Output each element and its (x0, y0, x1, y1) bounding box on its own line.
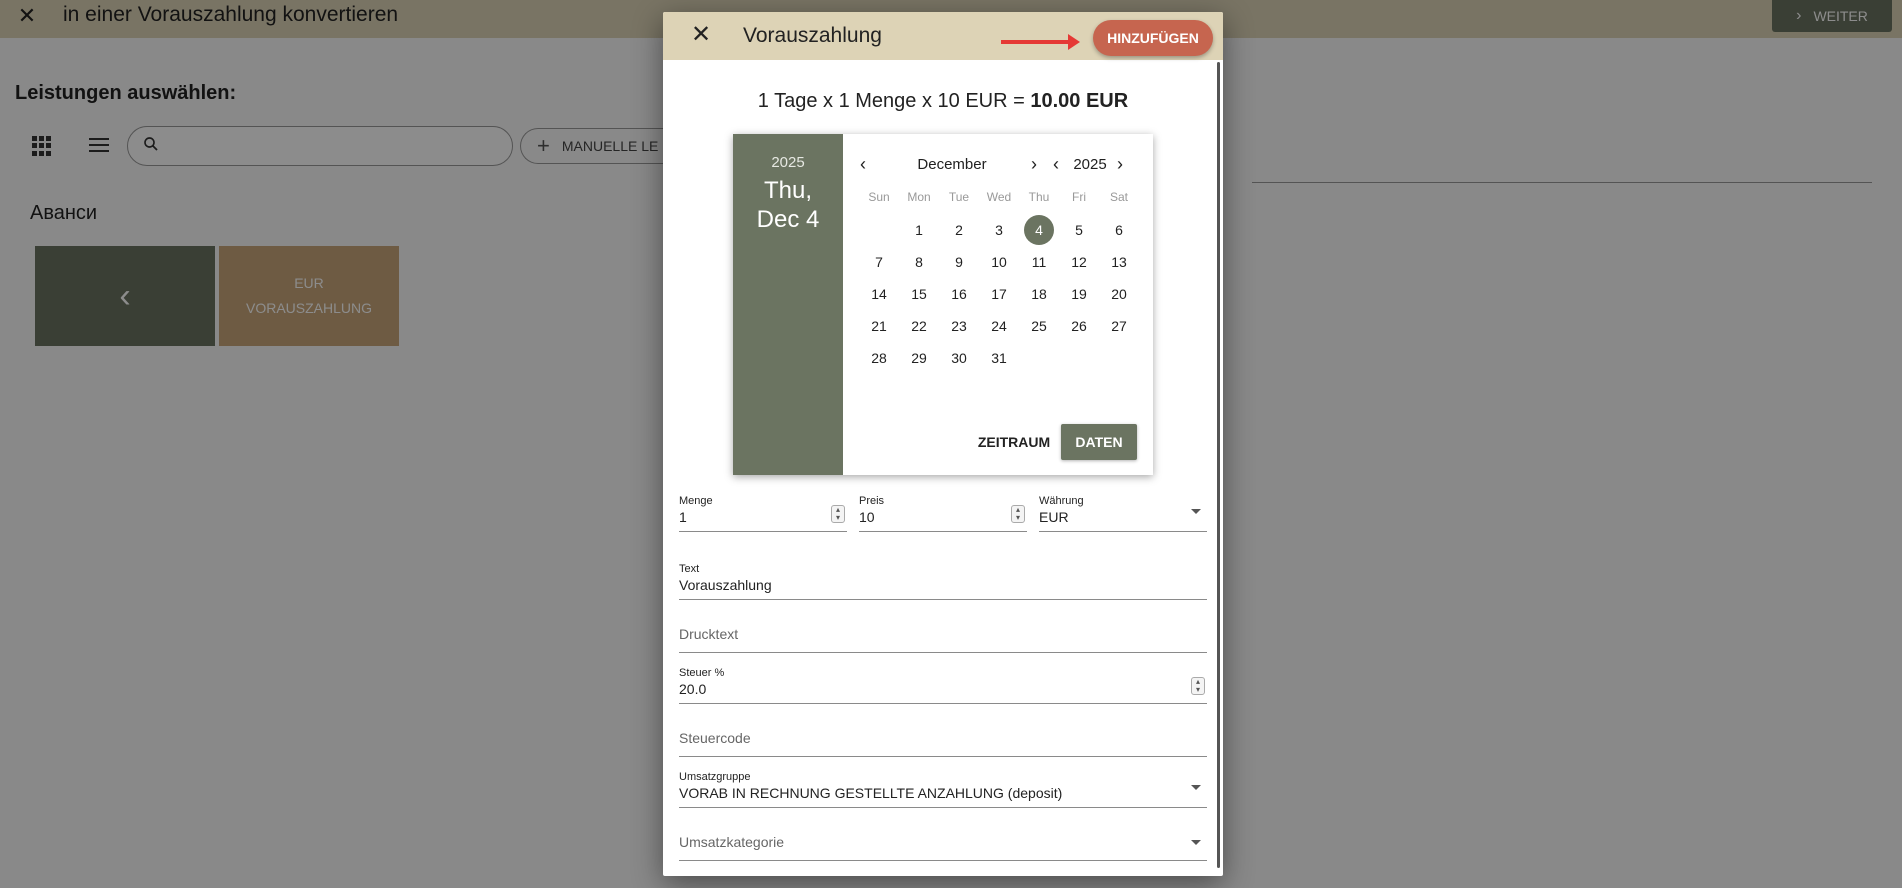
preis-label: Preis (859, 495, 885, 507)
dropdown-arrow-icon[interactable] (1191, 509, 1201, 514)
stepper-icon[interactable]: ▴ ▾ (1011, 505, 1025, 523)
umsatzkategorie-placeholder: Umsatzkategorie (679, 834, 785, 850)
prev-month-icon[interactable]: ‹ (860, 154, 866, 175)
weekday-label: Thu (1028, 190, 1050, 204)
dropdown-arrow-icon[interactable] (1191, 840, 1201, 845)
day-cell[interactable]: 19 (1059, 278, 1099, 310)
day-grid: 1 2 3 4 5 6 7 8 9 10 11 12 13 14 15 16 17 18 19 20 21 22 23 24 2… (859, 214, 1139, 374)
selected-month-day: Dec 4 (756, 206, 820, 233)
steuer-field[interactable]: Steuer % 20.0 ▴ ▾ (679, 667, 1207, 704)
weekday-label: Mon (907, 190, 931, 204)
advance-payment-dialog: ✕ Vorauszahlung HINZUFÜGEN 1 Tage x 1 Me… (663, 12, 1223, 876)
day-cell[interactable]: 24 (979, 310, 1019, 342)
day-selected-label: 4 (1035, 222, 1043, 238)
summary-formula: 1 Tage x 1 Menge x 10 EUR = (757, 90, 1031, 112)
umsatzkategorie-select[interactable]: Umsatzkategorie (679, 824, 1207, 861)
waehrung-value[interactable]: EUR (1039, 509, 1069, 525)
year-label[interactable]: 2025 (1070, 156, 1110, 173)
day-cell[interactable]: 3 (979, 214, 1019, 246)
month-label[interactable]: December (907, 156, 997, 173)
text-label: Text (679, 563, 700, 575)
day-cell[interactable]: 16 (939, 278, 979, 310)
dialog-title: Vorauszahlung (743, 24, 882, 47)
day-cell[interactable]: 14 (859, 278, 899, 310)
menge-label: Menge (679, 495, 713, 507)
day-blank (859, 214, 899, 246)
day-cell[interactable]: 26 (1059, 310, 1099, 342)
day-cell[interactable]: 29 (899, 342, 939, 374)
prev-year-icon[interactable]: ‹ (1053, 154, 1059, 175)
date-picker-header: 2025 Thu, Dec 4 (733, 134, 843, 475)
weekday-header: Sun Mon Tue Wed Thu Fri Sat (859, 190, 1139, 204)
red-arrow-annotation (1001, 34, 1080, 50)
day-cell[interactable]: 13 (1099, 246, 1139, 278)
weekday-label: Tue (948, 190, 970, 204)
waehrung-select[interactable]: Währung EUR (1039, 495, 1207, 532)
day-cell[interactable]: 28 (859, 342, 899, 374)
day-cell[interactable]: 21 (859, 310, 899, 342)
selected-weekday: Thu, (763, 177, 813, 204)
day-cell[interactable]: 9 (939, 246, 979, 278)
day-cell[interactable]: 27 (1099, 310, 1139, 342)
day-cell[interactable]: 31 (979, 342, 1019, 374)
waehrung-label: Währung (1039, 495, 1084, 507)
preis-value[interactable]: 10 (859, 509, 875, 525)
umsatzgruppe-value[interactable]: VORAB IN RECHNUNG GESTELLTE ANZAHLUNG (d… (679, 785, 1062, 801)
daten-button[interactable]: DATEN (1061, 424, 1137, 460)
day-cell[interactable]: 2 (939, 214, 979, 246)
day-cell[interactable]: 20 (1099, 278, 1139, 310)
text-value[interactable]: Vorauszahlung (679, 577, 772, 593)
weekday-label: Wed (986, 190, 1012, 204)
scrollbar[interactable] (1217, 62, 1220, 868)
weekday-label: Fri (1072, 190, 1086, 204)
umsatzgruppe-select[interactable]: Umsatzgruppe VORAB IN RECHNUNG GESTELLTE… (679, 771, 1207, 808)
zeitraum-button[interactable]: ZEITRAUM (969, 424, 1059, 460)
day-cell[interactable]: 6 (1099, 214, 1139, 246)
next-month-icon[interactable]: › (1031, 154, 1037, 175)
selected-year[interactable]: 2025 (733, 154, 843, 171)
day-cell[interactable]: 17 (979, 278, 1019, 310)
day-cell[interactable]: 10 (979, 246, 1019, 278)
stepper-icon[interactable]: ▴ ▾ (831, 505, 845, 523)
drucktext-field[interactable]: Drucktext (679, 616, 1207, 653)
weekday-label: Sat (1109, 190, 1128, 204)
menge-field[interactable]: Menge 1 ▴ ▾ (679, 495, 847, 532)
weekday-label: Sun (868, 190, 890, 204)
day-cell[interactable]: 23 (939, 310, 979, 342)
steuer-value[interactable]: 20.0 (679, 681, 706, 697)
dialog-header: ✕ Vorauszahlung HINZUFÜGEN (663, 12, 1223, 60)
next-year-icon[interactable]: › (1117, 154, 1123, 175)
stepper-icon[interactable]: ▴ ▾ (1191, 677, 1205, 695)
add-button[interactable]: HINZUFÜGEN (1093, 20, 1213, 56)
day-cell[interactable]: 8 (899, 246, 939, 278)
steuercode-field[interactable]: Steuercode (679, 720, 1207, 757)
menge-value[interactable]: 1 (679, 509, 687, 525)
day-cell[interactable]: 22 (899, 310, 939, 342)
price-summary: 1 Tage x 1 Menge x 10 EUR = 10.00 EUR (663, 90, 1223, 113)
selected-date: Thu, Dec 4 (733, 176, 843, 234)
text-field[interactable]: Text Vorauszahlung (679, 563, 1207, 600)
day-selected[interactable]: 4 (1019, 214, 1059, 246)
day-cell[interactable]: 7 (859, 246, 899, 278)
day-cell[interactable]: 12 (1059, 246, 1099, 278)
drucktext-placeholder: Drucktext (679, 626, 739, 642)
steuercode-placeholder: Steuercode (679, 730, 751, 746)
day-cell[interactable]: 15 (899, 278, 939, 310)
calendar: ‹ December › ‹ 2025 › Sun Mon Tue Wed Thu Fri… (843, 134, 1153, 475)
day-cell[interactable]: 11 (1019, 246, 1059, 278)
day-cell[interactable]: 30 (939, 342, 979, 374)
steuer-label: Steuer % (679, 667, 725, 679)
day-cell[interactable]: 25 (1019, 310, 1059, 342)
date-picker: 2025 Thu, Dec 4 ‹ December › ‹ 2025 › Su… (733, 134, 1153, 475)
day-cell[interactable]: 1 (899, 214, 939, 246)
day-cell[interactable]: 18 (1019, 278, 1059, 310)
day-cell[interactable]: 5 (1059, 214, 1099, 246)
umsatzgruppe-label: Umsatzgruppe (679, 771, 751, 783)
preis-field[interactable]: Preis 10 ▴ ▾ (859, 495, 1027, 532)
close-icon[interactable]: ✕ (686, 20, 716, 50)
dropdown-arrow-icon[interactable] (1191, 785, 1201, 790)
summary-total: 10.00 EUR (1030, 90, 1129, 112)
